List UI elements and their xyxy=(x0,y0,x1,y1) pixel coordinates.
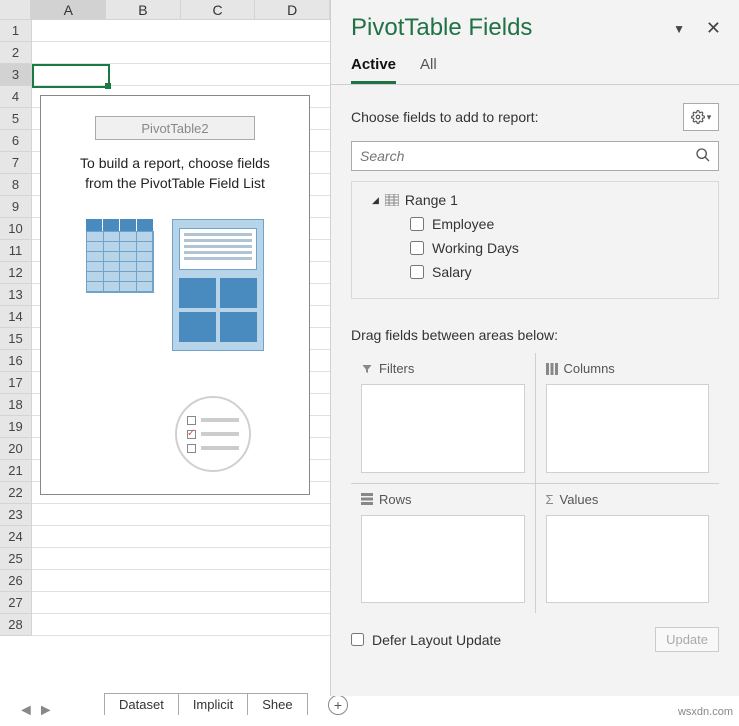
row-header[interactable]: 21 xyxy=(0,460,32,482)
filter-icon xyxy=(361,363,373,375)
area-label: Values xyxy=(560,492,599,507)
row-header[interactable]: 18 xyxy=(0,394,32,416)
row-header[interactable]: 7 xyxy=(0,152,32,174)
row-header[interactable]: 20 xyxy=(0,438,32,460)
columns-icon xyxy=(546,363,558,375)
row-header[interactable]: 6 xyxy=(0,130,32,152)
pivot-instruction-1: To build a report, choose fields xyxy=(41,154,309,174)
row-header[interactable]: 11 xyxy=(0,240,32,262)
columns-area[interactable]: Columns xyxy=(536,353,720,483)
row-header[interactable]: 2 xyxy=(0,42,32,64)
row-header[interactable]: 3 xyxy=(0,64,32,86)
column-headers: A B C D xyxy=(0,0,330,20)
pivot-illustration xyxy=(41,219,309,351)
search-icon[interactable] xyxy=(695,147,711,163)
field-employee[interactable]: Employee xyxy=(410,216,698,232)
row-header[interactable]: 24 xyxy=(0,526,32,548)
col-header-d[interactable]: D xyxy=(255,0,330,19)
field-checkbox-employee[interactable] xyxy=(410,217,424,231)
row-header[interactable]: 25 xyxy=(0,548,32,570)
row-header[interactable]: 12 xyxy=(0,262,32,284)
defer-label: Defer Layout Update xyxy=(372,632,501,648)
sheet-tabs: Dataset Implicit Shee xyxy=(104,692,307,716)
add-sheet-button[interactable]: + xyxy=(328,695,348,715)
row-header[interactable]: 9 xyxy=(0,196,32,218)
row-header[interactable]: 10 xyxy=(0,218,32,240)
area-label: Columns xyxy=(564,361,615,376)
tab-active[interactable]: Active xyxy=(351,56,396,84)
field-list: ◢ Range 1 Employee Working Days Salary xyxy=(351,181,719,299)
spreadsheet-grid: A B C D 12345678910111213141516171819202… xyxy=(0,0,330,700)
sheet-tab-extra[interactable]: Shee xyxy=(247,693,307,715)
row-header[interactable]: 5 xyxy=(0,108,32,130)
field-search xyxy=(351,141,719,171)
row-header[interactable]: 28 xyxy=(0,614,32,636)
close-icon[interactable]: ✕ xyxy=(706,18,721,39)
panel-options-dropdown[interactable]: ▼ xyxy=(673,22,685,36)
row-header[interactable]: 4 xyxy=(0,86,32,108)
filters-area[interactable]: Filters xyxy=(351,353,535,483)
field-checkbox-salary[interactable] xyxy=(410,265,424,279)
row-header[interactable]: 8 xyxy=(0,174,32,196)
col-header-c[interactable]: C xyxy=(181,0,256,19)
field-working-days[interactable]: Working Days xyxy=(410,240,698,256)
select-all-corner[interactable] xyxy=(0,0,31,19)
panel-tabs: Active All xyxy=(331,42,739,85)
row-header[interactable]: 26 xyxy=(0,570,32,592)
field-label: Salary xyxy=(432,264,472,280)
panel-title: PivotTable Fields xyxy=(351,14,719,42)
values-area[interactable]: Σ Values xyxy=(536,484,720,614)
pivot-instruction-2: from the PivotTable Field List xyxy=(41,174,309,194)
field-label: Employee xyxy=(432,216,494,232)
field-checkbox-working-days[interactable] xyxy=(410,241,424,255)
row-header[interactable]: 17 xyxy=(0,372,32,394)
row-header[interactable]: 22 xyxy=(0,482,32,504)
sheet-nav-buttons[interactable]: ◄ ► xyxy=(18,702,54,720)
field-label: Working Days xyxy=(432,240,519,256)
row-header[interactable]: 1 xyxy=(0,20,32,42)
table-icon xyxy=(385,194,399,206)
row-header[interactable]: 13 xyxy=(0,284,32,306)
row-header[interactable]: 16 xyxy=(0,350,32,372)
watermark: wsxdn.com xyxy=(678,706,733,718)
col-header-a[interactable]: A xyxy=(31,0,106,19)
rows-area[interactable]: Rows xyxy=(351,484,535,614)
search-input[interactable] xyxy=(351,141,719,171)
area-label: Filters xyxy=(379,361,414,376)
row-header[interactable]: 14 xyxy=(0,306,32,328)
gear-icon xyxy=(691,110,705,124)
zoom-illustration xyxy=(175,396,251,472)
area-label: Rows xyxy=(379,492,412,507)
tab-all[interactable]: All xyxy=(420,56,437,84)
table-name-label: Range 1 xyxy=(405,192,458,208)
tools-button[interactable]: ▾ xyxy=(683,103,719,131)
choose-fields-label: Choose fields to add to report: xyxy=(351,109,539,125)
row-header[interactable]: 15 xyxy=(0,328,32,350)
defer-checkbox[interactable] xyxy=(351,633,364,646)
row-header[interactable]: 19 xyxy=(0,416,32,438)
drop-areas: Filters Columns Rows Σ Values xyxy=(351,353,719,613)
sheet-tab-dataset[interactable]: Dataset xyxy=(104,693,179,715)
col-header-b[interactable]: B xyxy=(106,0,181,19)
triangle-right-icon[interactable]: ► xyxy=(38,702,54,720)
defer-layout-checkbox[interactable]: Defer Layout Update xyxy=(351,632,501,648)
collapse-icon[interactable]: ◢ xyxy=(372,195,379,206)
triangle-left-icon[interactable]: ◄ xyxy=(18,702,34,720)
row-header[interactable]: 27 xyxy=(0,592,32,614)
table-node[interactable]: ◢ Range 1 xyxy=(372,192,698,208)
sheet-tab-implicit[interactable]: Implicit xyxy=(178,693,248,715)
pivottable-fields-panel: PivotTable Fields ▼ ✕ Active All Choose … xyxy=(330,0,739,696)
rows-icon xyxy=(361,493,373,505)
pivottable-name-box: PivotTable2 xyxy=(95,116,255,140)
cell-selection[interactable] xyxy=(32,64,110,88)
drag-instruction: Drag fields between areas below: xyxy=(331,299,739,353)
row-header[interactable]: 23 xyxy=(0,504,32,526)
update-button[interactable]: Update xyxy=(655,627,719,652)
sigma-icon: Σ xyxy=(546,492,554,507)
pivottable-placeholder[interactable]: PivotTable2 To build a report, choose fi… xyxy=(40,95,310,495)
field-salary[interactable]: Salary xyxy=(410,264,698,280)
